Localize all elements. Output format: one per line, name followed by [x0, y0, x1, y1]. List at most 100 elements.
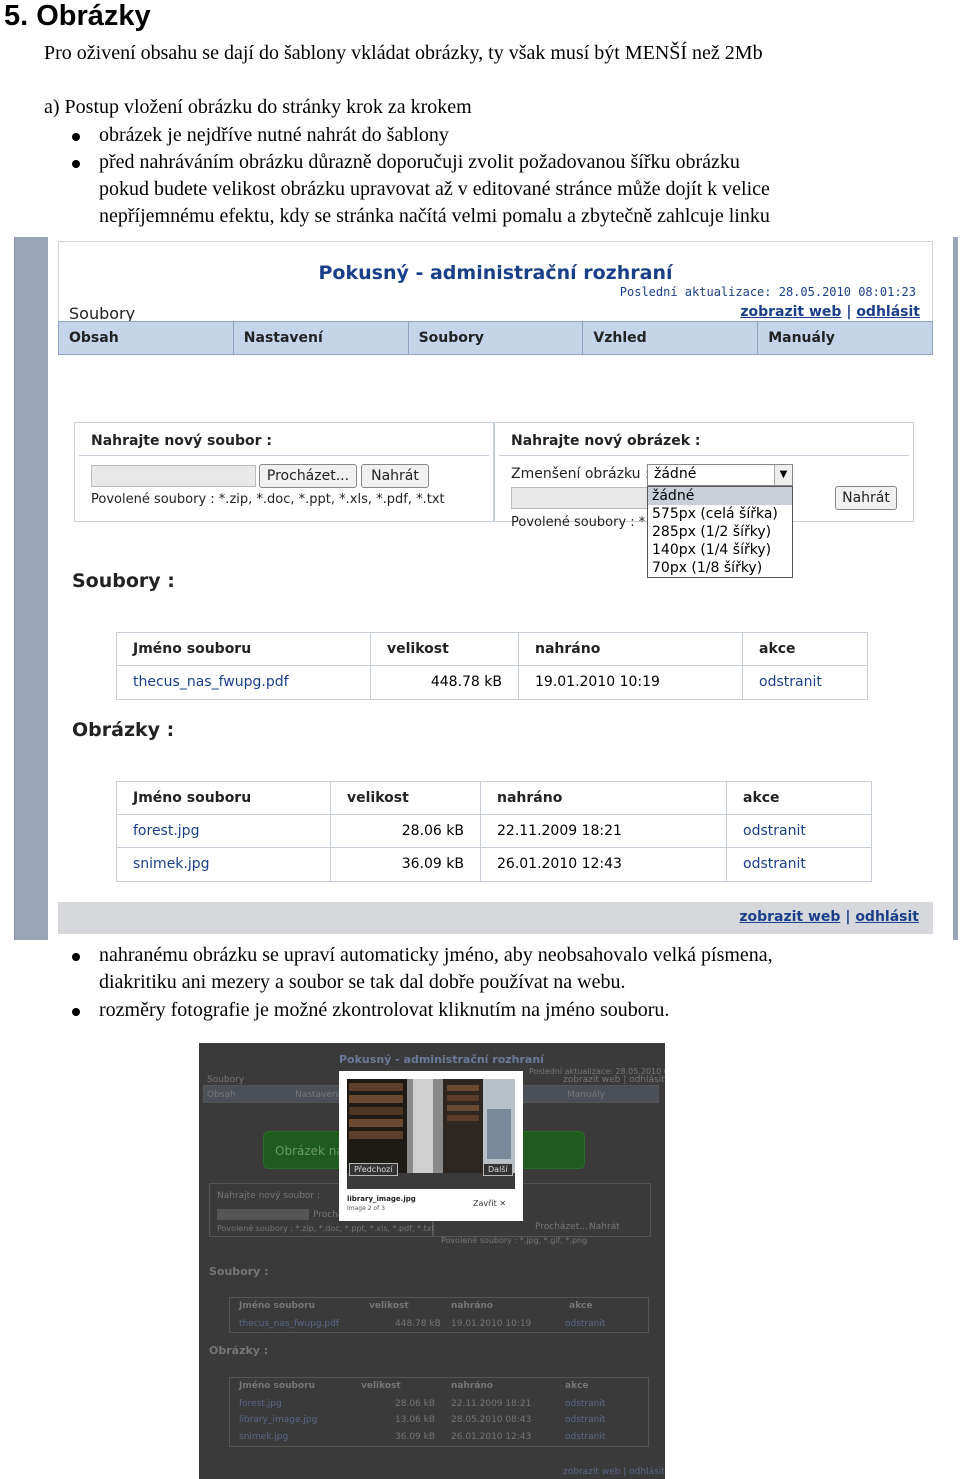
admin-footer: zobrazit web | odhlásit: [58, 902, 933, 934]
admin-header: Pokusný - administrační rozhraní Posledn…: [58, 241, 933, 331]
column-header: nahráno: [481, 782, 727, 814]
header-links: zobrazit web | odhlásit: [740, 304, 920, 320]
table-row: forest.jpg 28.06 kB 22.11.2009 18:21 ods…: [117, 815, 871, 848]
dim-nav-item: Obsah: [207, 1090, 236, 1100]
column-header: Jméno souboru: [117, 633, 371, 665]
resize-option[interactable]: 575px (celá šířka): [648, 505, 792, 523]
footer-view-web-link[interactable]: zobrazit web: [739, 909, 840, 925]
dim-image-name: snimek.jpg: [239, 1432, 289, 1442]
resize-select[interactable]: žádné ▼: [647, 464, 793, 486]
lightbox-screenshot: Pokusný - administrační rozhraní Posledn…: [199, 1043, 665, 1479]
admin-title: Pokusný - administrační rozhraní: [318, 262, 673, 284]
bullet-continuation: diakritiku ani mezery a soubor se tak da…: [99, 971, 626, 993]
divider: [79, 455, 489, 456]
file-path-input[interactable]: [91, 465, 256, 487]
nav-item-content[interactable]: Obsah: [59, 322, 234, 354]
bullet-dot: [72, 953, 80, 961]
dim-image-date: 28.05.2010 08:43: [451, 1415, 532, 1425]
nav-item-appearance[interactable]: Vzhled: [583, 322, 759, 354]
dim-footer-links: zobrazit web | odhlásit: [563, 1467, 665, 1477]
library-photo: Předchozí Další: [347, 1079, 515, 1189]
upload-button[interactable]: Nahrát: [361, 464, 429, 488]
column-header: velikost: [331, 782, 481, 814]
dim-image-date: 26.01.2010 12:43: [451, 1432, 532, 1442]
dim-col: nahráno: [451, 1381, 493, 1391]
dim-file-date: 19.01.2010 10:19: [451, 1319, 532, 1329]
delete-link[interactable]: odstranit: [743, 823, 806, 839]
chevron-down-icon[interactable]: ▼: [774, 465, 792, 485]
logout-link[interactable]: odhlásit: [856, 304, 920, 320]
dim-section: Soubory: [207, 1075, 245, 1085]
upload-image-title: Nahrajte nový obrázek :: [511, 433, 701, 449]
column-header: Jméno souboru: [117, 782, 331, 814]
dim-nav-item: Nastavení: [295, 1090, 341, 1100]
dim-col: nahráno: [451, 1301, 493, 1311]
dim-files-heading: Soubory :: [209, 1265, 269, 1278]
admin-nav: Obsah Nastavení Soubory Vzhled Manuály: [58, 321, 933, 355]
dim-image-name: forest.jpg: [239, 1399, 282, 1409]
files-heading: Soubory :: [72, 570, 175, 592]
dim-file-action: odstranit: [565, 1319, 606, 1329]
intro-text: Pro oživení obsahu se dají do šablony vk…: [44, 42, 763, 64]
prev-button[interactable]: Předchozí: [349, 1163, 398, 1176]
files-table: Jméno souboru velikost nahráno akce thec…: [116, 632, 868, 700]
dim-allowed-files: Povolené soubory : *.zip, *.doc, *.ppt, …: [217, 1224, 435, 1233]
close-icon[interactable]: ✕: [499, 1199, 506, 1208]
image-path-input[interactable]: [511, 487, 651, 509]
image-date: 26.01.2010 12:43: [481, 848, 727, 881]
bullet-text: nahranému obrázku se upraví automaticky …: [99, 944, 773, 966]
image-size: 28.06 kB: [331, 815, 481, 847]
view-web-link[interactable]: zobrazit web: [740, 304, 841, 320]
dim-green-text: Obrázek na: [275, 1144, 344, 1158]
dim-image-size: 36.09 kB: [395, 1432, 436, 1442]
nav-item-settings[interactable]: Nastavení: [234, 322, 409, 354]
file-name-link[interactable]: thecus_nas_fwupg.pdf: [133, 674, 289, 690]
resize-option[interactable]: 285px (1/2 šířky): [648, 523, 792, 541]
table-header: Jméno souboru velikost nahráno akce: [117, 782, 871, 815]
column-header: akce: [743, 790, 780, 806]
dim-image-action: odstranit: [565, 1415, 606, 1425]
upload-image-button[interactable]: Nahrát: [835, 486, 897, 510]
bullet-continuation: pokud budete velikost obrázku upravovat …: [99, 178, 770, 200]
bullet-text: obrázek je nejdříve nutné nahrát do šabl…: [99, 124, 449, 146]
dim-col: velikost: [369, 1301, 409, 1311]
admin-screenshot: Pokusný - administrační rozhraní Posledn…: [14, 237, 958, 940]
allowed-files-note: Povolené soubory : *.zip, *.doc, *.ppt, …: [91, 492, 445, 507]
upload-file-title: Nahrajte nový soubor :: [91, 433, 272, 449]
last-update: Poslední aktualizace: 28.05.2010 08:01:2…: [619, 285, 916, 299]
resize-option[interactable]: 140px (1/4 šířky): [648, 541, 792, 559]
image-name-link[interactable]: forest.jpg: [133, 823, 199, 839]
resize-option[interactable]: 70px (1/8 šířky): [648, 559, 792, 577]
nav-item-manuals[interactable]: Manuály: [758, 322, 932, 354]
bullet-dot: [72, 1008, 80, 1016]
dim-nav-item: Manuály: [567, 1090, 606, 1100]
footer-logout-link[interactable]: odhlásit: [855, 909, 919, 925]
next-button[interactable]: Další: [483, 1163, 513, 1176]
lightbox-close-button[interactable]: Zavřít ✕: [473, 1199, 506, 1208]
dim-image-action: odstranit: [565, 1399, 606, 1409]
browse-button[interactable]: Procházet...: [259, 464, 357, 488]
table-row: thecus_nas_fwupg.pdf 448.78 kB 19.01.201…: [117, 666, 867, 699]
dim-file-size: 448.78 kB: [395, 1319, 441, 1329]
column-header: nahráno: [519, 633, 743, 665]
image-name-link[interactable]: snimek.jpg: [133, 856, 210, 872]
dim-image-date: 22.11.2009 18:21: [451, 1399, 532, 1409]
upload-file-panel: Nahrajte nový soubor : Procházet... Nahr…: [74, 422, 494, 522]
dim-col: Jméno souboru: [239, 1381, 315, 1391]
dim-path-input: [217, 1209, 309, 1220]
images-heading: Obrázky :: [72, 719, 175, 741]
dim-image-size: 13.06 kB: [395, 1415, 436, 1425]
divider: [499, 455, 909, 456]
delete-link[interactable]: odstranit: [743, 856, 806, 872]
column-header: akce: [759, 641, 796, 657]
close-label: Zavřít: [473, 1199, 497, 1208]
table-header: Jméno souboru velikost nahráno akce: [117, 633, 867, 666]
footer-links: zobrazit web | odhlásit: [739, 909, 919, 925]
nav-item-files[interactable]: Soubory: [409, 322, 584, 354]
link-separator: |: [845, 909, 851, 925]
dim-col: velikost: [361, 1381, 401, 1391]
delete-link[interactable]: odstranit: [759, 674, 822, 690]
dim-image-size: 28.06 kB: [395, 1399, 436, 1409]
lightbox-filename: library_image.jpg: [347, 1195, 416, 1203]
resize-option[interactable]: žádné: [648, 487, 792, 505]
